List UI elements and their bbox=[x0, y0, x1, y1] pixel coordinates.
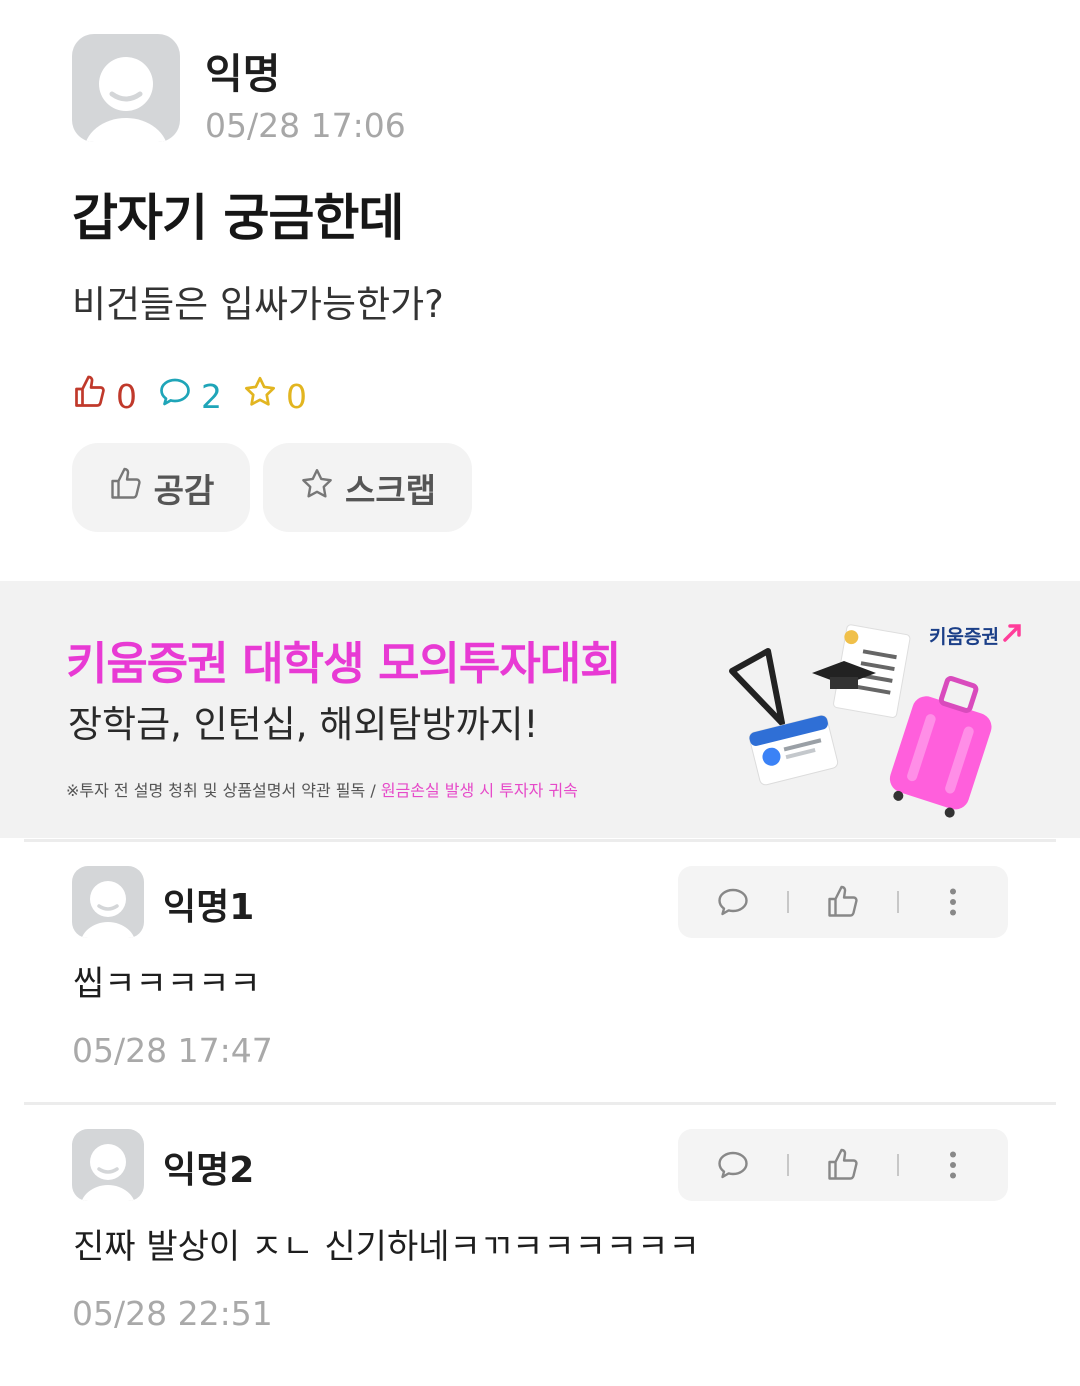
reply-button[interactable] bbox=[713, 882, 753, 922]
author-avatar-icon[interactable] bbox=[72, 34, 180, 142]
ad-headline: 키움증권 대학생 모의투자대회 bbox=[66, 637, 622, 690]
comment-more-button[interactable] bbox=[933, 882, 973, 922]
thumbs-up-icon bbox=[108, 466, 144, 510]
comment-more-button[interactable] bbox=[933, 1145, 973, 1185]
comment-text: 씹ㅋㅋㅋㅋㅋ bbox=[73, 964, 261, 1004]
like-button[interactable]: 공감 bbox=[72, 443, 250, 532]
action-separator bbox=[897, 1154, 899, 1176]
reply-button[interactable] bbox=[713, 1145, 753, 1185]
comment-count-value: 2 bbox=[201, 376, 222, 416]
thumbs-up-icon bbox=[828, 1148, 858, 1180]
scrap-count-value: 0 bbox=[286, 376, 307, 416]
like-count: 0 bbox=[72, 374, 137, 418]
comment-avatar-icon[interactable] bbox=[72, 1129, 144, 1201]
action-separator bbox=[787, 1154, 789, 1176]
ad-disclaimer: ※투자 전 설명 청취 및 상품설명서 약관 필독 / 원금손실 발생 시 투자… bbox=[66, 777, 578, 801]
comment-author[interactable]: 익명1 bbox=[163, 878, 254, 930]
comment-text: 진짜 발상이 ㅈㄴ 신기하네ㅋㄲㅋㅋㅋㅋㅋㅋ bbox=[73, 1227, 700, 1267]
like-count-value: 0 bbox=[116, 376, 137, 416]
action-separator bbox=[897, 891, 899, 913]
more-vertical-icon bbox=[950, 888, 956, 916]
comment-timestamp: 05/28 22:51 bbox=[72, 1294, 273, 1333]
comment-divider bbox=[24, 1102, 1056, 1105]
like-button-label: 공감 bbox=[153, 470, 215, 510]
comment-count: 2 bbox=[157, 374, 222, 418]
speech-bubble-icon bbox=[718, 888, 748, 916]
comment-like-button[interactable] bbox=[823, 1145, 863, 1185]
post-page: 익명 05/28 17:06 갑자기 궁금한데 비건들은 입싸가능한가? 0 2 bbox=[0, 0, 1080, 1386]
speech-bubble-icon bbox=[157, 374, 193, 418]
thumbs-up-icon bbox=[72, 374, 108, 418]
comment-author[interactable]: 익명2 bbox=[163, 1141, 254, 1193]
scrap-button-label: 스크랩 bbox=[344, 470, 437, 510]
ad-illustration bbox=[720, 611, 1040, 833]
more-vertical-icon bbox=[950, 1151, 956, 1179]
post-author[interactable]: 익명 bbox=[205, 40, 280, 100]
star-icon bbox=[242, 374, 278, 418]
comment-actions bbox=[678, 866, 1008, 938]
ad-subtext: 장학금, 인턴십, 해외탐방까지! bbox=[68, 703, 539, 746]
post-timestamp: 05/28 17:06 bbox=[205, 106, 406, 145]
ad-banner[interactable]: 키움증권 대학생 모의투자대회 장학금, 인턴십, 해외탐방까지! ※투자 전 … bbox=[0, 581, 1080, 838]
thumbs-up-icon bbox=[828, 885, 858, 917]
comment-like-button[interactable] bbox=[823, 882, 863, 922]
post-title: 갑자기 궁금한데 bbox=[72, 189, 404, 247]
comment-timestamp: 05/28 17:47 bbox=[72, 1031, 273, 1070]
scrap-button[interactable]: 스크랩 bbox=[263, 443, 472, 532]
ad-disclaimer-warning: 원금손실 발생 시 투자자 귀속 bbox=[380, 781, 578, 800]
action-separator bbox=[787, 891, 789, 913]
post-body: 비건들은 입싸가능한가? bbox=[72, 283, 444, 326]
ad-disclaimer-text: ※투자 전 설명 청취 및 상품설명서 약관 필독 / bbox=[66, 781, 376, 800]
comment-actions bbox=[678, 1129, 1008, 1201]
scrap-count: 0 bbox=[242, 374, 307, 418]
comment-divider bbox=[24, 839, 1056, 842]
post-stats: 0 2 0 bbox=[72, 374, 307, 418]
speech-bubble-icon bbox=[718, 1151, 748, 1179]
comment-avatar-icon[interactable] bbox=[72, 866, 144, 938]
star-icon bbox=[299, 466, 335, 510]
